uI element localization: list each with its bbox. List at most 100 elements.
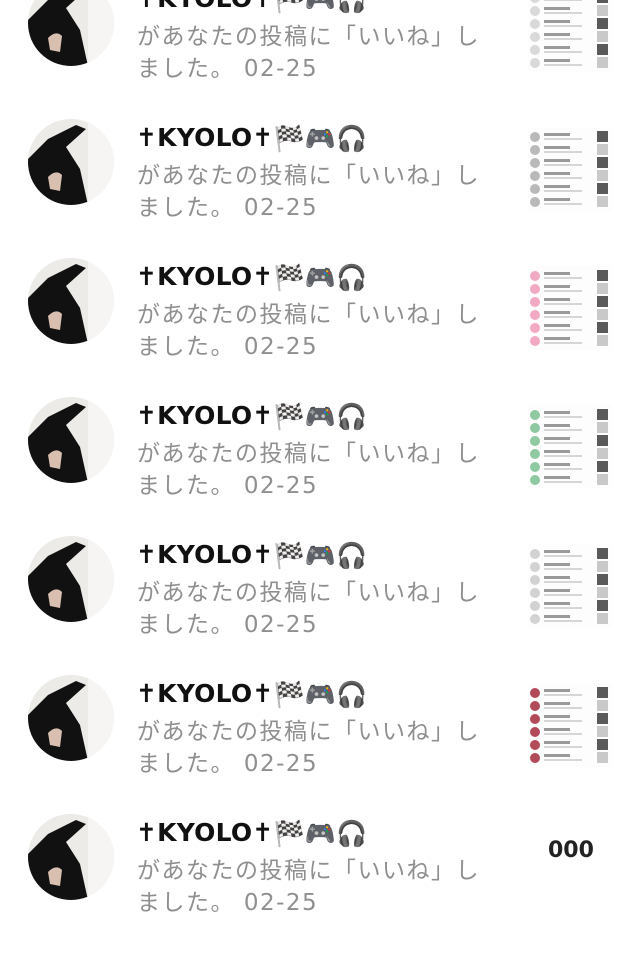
thumbnail-text-line bbox=[544, 442, 582, 444]
post-thumbnail[interactable] bbox=[528, 405, 612, 489]
thumbnail-avatar-dot bbox=[530, 310, 540, 320]
notification-message: があなたの投稿に「いいね」しました。 02-25 bbox=[137, 299, 497, 363]
thumbnail-text-line bbox=[544, 476, 570, 479]
thumbnail-text-line bbox=[544, 563, 570, 566]
user-avatar[interactable] bbox=[28, 119, 114, 205]
thumbnail-avatar-dot bbox=[530, 297, 540, 307]
gamepad-icon: 🎮 bbox=[304, 124, 337, 153]
notification-item[interactable]: ✝KYOLO✝🏁🎮🎧 があなたの投稿に「いいね」しました。 02-25 bbox=[0, 814, 640, 953]
thumbnail-square bbox=[597, 309, 608, 320]
thumbnail-list-row bbox=[530, 448, 610, 460]
thumbnail-square bbox=[597, 574, 608, 585]
thumbnail-avatar-dot bbox=[530, 727, 540, 737]
thumbnail-avatar-dot bbox=[530, 58, 540, 68]
thumbnail-list-row bbox=[530, 131, 610, 143]
thumbnail-avatar-dot bbox=[530, 688, 540, 698]
username[interactable]: ✝KYOLO✝🏁🎮🎧 bbox=[136, 818, 367, 849]
thumbnail-text-line bbox=[544, 581, 582, 583]
gamepad-icon: 🎮 bbox=[304, 819, 337, 848]
thumbnail-list-row bbox=[530, 5, 610, 17]
thumbnail-text-line bbox=[544, 702, 570, 705]
thumbnail-text-line bbox=[544, 7, 570, 10]
username[interactable]: ✝KYOLO✝🏁🎮🎧 bbox=[136, 401, 367, 432]
checkered-flag-icon: 🏁 bbox=[273, 819, 305, 848]
thumbnail-avatar-dot bbox=[530, 588, 540, 598]
notification-feed: ✝KYOLO✝🏁🎮🎧 があなたの投稿に「いいね」しました。 02-25 ✝KYO… bbox=[0, 0, 640, 953]
thumbnail-text-line bbox=[544, 172, 570, 175]
username[interactable]: ✝KYOLO✝🏁🎮🎧 bbox=[136, 123, 367, 154]
thumbnail-text-line bbox=[544, 311, 570, 314]
thumbnail-text-line bbox=[544, 277, 582, 279]
notification-item[interactable]: ✝KYOLO✝🏁🎮🎧 があなたの投稿に「いいね」しました。 02-25 bbox=[0, 536, 640, 675]
checkered-flag-icon: 🏁 bbox=[273, 402, 305, 431]
username[interactable]: ✝KYOLO✝🏁🎮🎧 bbox=[136, 262, 367, 293]
user-avatar[interactable] bbox=[28, 0, 114, 66]
username-text: ✝KYOLO✝ bbox=[136, 401, 274, 430]
notification-item[interactable]: ✝KYOLO✝🏁🎮🎧 があなたの投稿に「いいね」しました。 02-25 bbox=[0, 397, 640, 536]
thumbnail-list-row bbox=[530, 57, 610, 69]
thumbnail-list-row bbox=[530, 726, 610, 738]
thumbnail-text-line bbox=[544, 576, 570, 579]
thumbnail-text-line bbox=[544, 316, 582, 318]
user-avatar[interactable] bbox=[28, 675, 114, 761]
thumbnail-square bbox=[597, 739, 608, 750]
notification-message: があなたの投稿に「いいね」しました。 02-25 bbox=[137, 160, 497, 224]
thumbnail-square bbox=[597, 752, 608, 763]
thumbnail-text-line bbox=[544, 337, 570, 340]
thumbnail-square bbox=[597, 600, 608, 611]
thumbnail-list-row bbox=[530, 196, 610, 208]
username[interactable]: ✝KYOLO✝🏁🎮🎧 bbox=[136, 540, 367, 571]
username-text: ✝KYOLO✝ bbox=[136, 123, 274, 152]
notification-item[interactable]: ✝KYOLO✝🏁🎮🎧 があなたの投稿に「いいね」しました。 02-25 bbox=[0, 119, 640, 258]
thumbnail-avatar-dot bbox=[530, 158, 540, 168]
thumbnail-square bbox=[597, 157, 608, 168]
thumbnail-avatar-dot bbox=[530, 462, 540, 472]
thumbnail-text-line bbox=[544, 759, 582, 761]
user-avatar[interactable] bbox=[28, 814, 114, 900]
username-text: ✝KYOLO✝ bbox=[136, 818, 274, 847]
checkered-flag-icon: 🏁 bbox=[273, 680, 305, 709]
user-avatar[interactable] bbox=[28, 536, 114, 622]
notification-item[interactable]: ✝KYOLO✝🏁🎮🎧 があなたの投稿に「いいね」しました。 02-25 bbox=[0, 675, 640, 814]
thumbnail-avatar-dot bbox=[530, 32, 540, 42]
headphones-icon: 🎧 bbox=[336, 263, 368, 292]
thumbnail-list-row bbox=[530, 296, 610, 308]
thumbnail-text-line bbox=[544, 694, 582, 696]
thumbnail-text-line bbox=[544, 589, 570, 592]
thumbnail-square bbox=[597, 561, 608, 572]
thumbnail-square bbox=[597, 409, 608, 420]
thumbnail-list-row bbox=[530, 0, 610, 4]
thumbnail-text-line bbox=[544, 568, 582, 570]
thumbnail-text-line bbox=[544, 303, 582, 305]
thumbnail-text-line bbox=[544, 59, 570, 62]
post-thumbnail[interactable] bbox=[528, 266, 612, 350]
thumbnail-text-line bbox=[544, 733, 582, 735]
thumbnail-list-row bbox=[530, 44, 610, 56]
notification-date: 02-25 bbox=[243, 56, 319, 82]
thumbnail-list-row bbox=[530, 157, 610, 169]
thumbnail-text-line bbox=[544, 138, 582, 140]
thumbnail-square bbox=[597, 435, 608, 446]
thumbnail-text-line bbox=[544, 594, 582, 596]
thumbnail-list-row bbox=[530, 687, 610, 699]
thumbnail-list-row bbox=[530, 574, 610, 586]
gamepad-icon: 🎮 bbox=[304, 263, 337, 292]
thumbnail-list-row bbox=[530, 31, 610, 43]
user-avatar[interactable] bbox=[28, 258, 114, 344]
post-thumbnail[interactable] bbox=[528, 544, 612, 628]
user-avatar[interactable] bbox=[28, 397, 114, 483]
post-thumbnail[interactable] bbox=[528, 127, 612, 211]
thumbnail-square bbox=[597, 448, 608, 459]
notification-item[interactable]: ✝KYOLO✝🏁🎮🎧 があなたの投稿に「いいね」しました。 02-25 bbox=[0, 258, 640, 397]
post-thumbnail[interactable] bbox=[528, 683, 612, 767]
username[interactable]: ✝KYOLO✝🏁🎮🎧 bbox=[136, 679, 367, 710]
notification-item[interactable]: ✝KYOLO✝🏁🎮🎧 があなたの投稿に「いいね」しました。 02-25 bbox=[0, 0, 640, 119]
post-thumbnail[interactable] bbox=[528, 0, 612, 72]
notification-message: があなたの投稿に「いいね」しました。 02-25 bbox=[137, 577, 497, 641]
notification-date: 02-25 bbox=[243, 612, 319, 638]
thumbnail-text-line bbox=[544, 728, 570, 731]
thumbnail-square bbox=[597, 270, 608, 281]
thumbnail-avatar-dot bbox=[530, 423, 540, 433]
thumbnail-text-line bbox=[544, 46, 570, 49]
username[interactable]: ✝KYOLO✝🏁🎮🎧 bbox=[136, 0, 367, 15]
